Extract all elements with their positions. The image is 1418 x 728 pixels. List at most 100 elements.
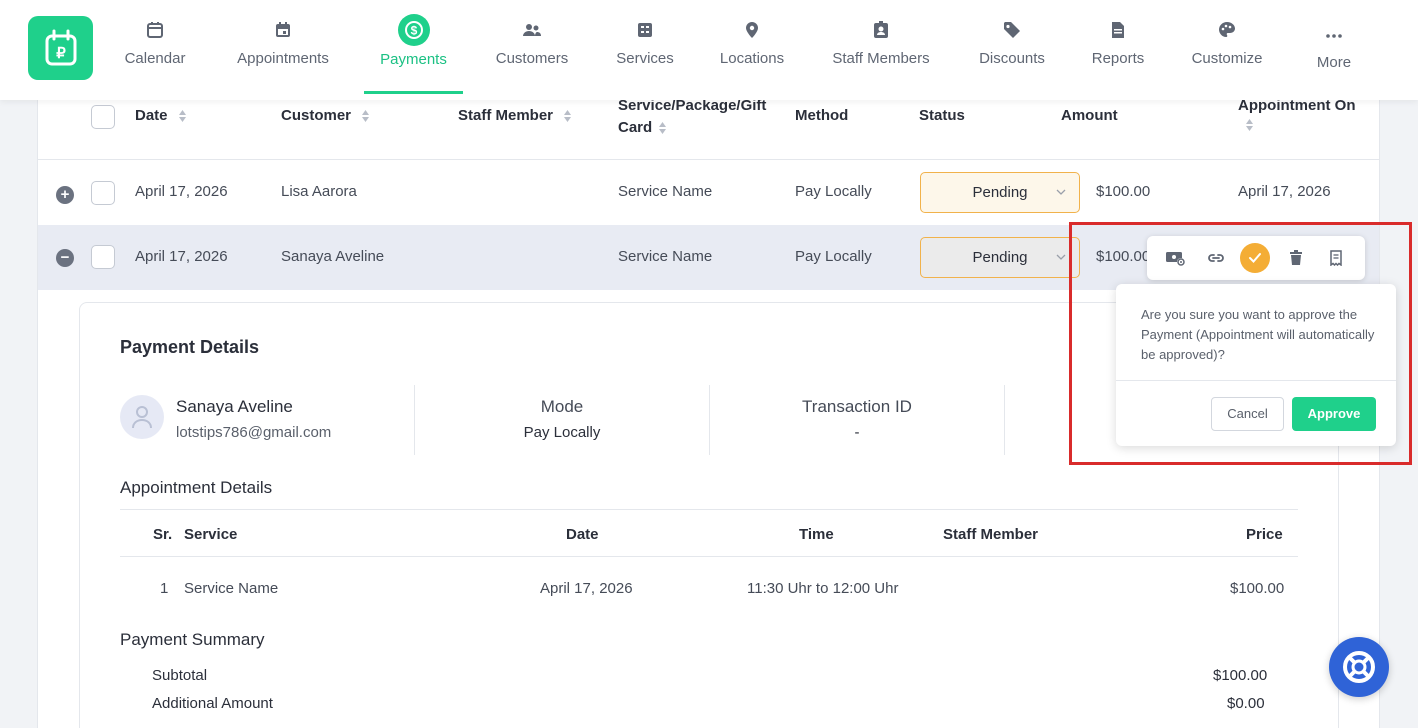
- expand-row-icon[interactable]: +: [56, 186, 74, 204]
- table-row[interactable]: + April 17, 2026 Lisa Aarora Service Nam…: [38, 160, 1379, 225]
- divider: [1116, 380, 1396, 381]
- help-button[interactable]: [1329, 637, 1389, 697]
- nav-label: Calendar: [124, 50, 186, 67]
- nav-label: Services: [616, 50, 674, 67]
- column-service-label-2: Card: [618, 119, 653, 136]
- nav-label: Staff Members: [832, 50, 930, 67]
- copy-link-button[interactable]: [1201, 243, 1231, 273]
- users-icon: [520, 18, 544, 42]
- nav-customize[interactable]: Customize: [1186, 0, 1268, 100]
- row-amount: $100.00: [1096, 248, 1151, 265]
- divider: [120, 556, 1298, 557]
- payment-summary-title: Payment Summary: [120, 630, 265, 649]
- sort-icon: [659, 122, 667, 135]
- receipt-button[interactable]: [1321, 243, 1351, 273]
- apt-row-price: $100.00: [1230, 580, 1285, 597]
- column-service[interactable]: Service/Package/Gift Card: [618, 95, 778, 139]
- apt-col-date: Date: [566, 526, 599, 543]
- nav-label: Reports: [1091, 50, 1145, 67]
- column-date[interactable]: Date: [135, 107, 187, 124]
- row-checkbox[interactable]: [91, 245, 115, 269]
- logo-icon: ₽: [45, 29, 76, 66]
- row-service: Service Name: [618, 248, 713, 265]
- column-amount: Amount: [1061, 107, 1118, 124]
- transaction-id-label: Transaction ID: [802, 397, 912, 416]
- row-customer: Lisa Aarora: [281, 183, 357, 200]
- app-logo[interactable]: ₽: [28, 16, 93, 80]
- row-method: Pay Locally: [795, 248, 872, 265]
- nav-services[interactable]: Services: [612, 0, 678, 100]
- link-icon: [1208, 254, 1224, 262]
- apt-col-sr: Sr.: [153, 526, 173, 543]
- column-status: Status: [919, 107, 965, 124]
- tag-icon: [1000, 18, 1024, 42]
- nav-calendar[interactable]: Calendar: [119, 0, 191, 100]
- column-staff-member[interactable]: Staff Member: [458, 107, 572, 124]
- nav-staff-members[interactable]: Staff Members: [827, 0, 935, 100]
- row-amount: $100.00: [1096, 183, 1151, 200]
- row-appointment-on: April 17, 2026: [1238, 183, 1331, 200]
- svg-text:₽: ₽: [56, 45, 66, 62]
- report-icon: [1106, 18, 1130, 42]
- subtotal-label: Subtotal: [152, 667, 208, 684]
- nav-more[interactable]: More: [1311, 0, 1357, 100]
- nav-discounts[interactable]: Discounts: [974, 0, 1050, 100]
- id-badge-icon: [869, 18, 893, 42]
- apt-col-service: Service: [184, 526, 238, 543]
- nav-label: Customize: [1191, 50, 1263, 67]
- divider: [120, 509, 1298, 510]
- top-navbar: ₽ Calendar Appointments $ Payments Custo…: [0, 0, 1418, 100]
- row-service: Service Name: [618, 183, 713, 200]
- apt-row-sr: 1: [160, 580, 169, 597]
- table-header: Date Customer Staff Member Service/Packa…: [38, 97, 1379, 160]
- approve-button[interactable]: Approve: [1292, 397, 1376, 431]
- apt-row-time: 11:30 Uhr to 12:00 Uhr: [747, 580, 899, 597]
- nav-label: Locations: [719, 50, 785, 67]
- status-select[interactable]: Pending: [920, 237, 1080, 278]
- chevron-down-icon: [1056, 254, 1066, 260]
- row-date: April 17, 2026: [135, 248, 228, 265]
- column-method: Method: [795, 107, 849, 124]
- divider: [1004, 385, 1005, 455]
- column-customer[interactable]: Customer: [281, 107, 370, 124]
- status-select[interactable]: Pending: [920, 172, 1080, 213]
- column-customer-label: Customer: [281, 107, 352, 124]
- apt-col-price: Price: [1246, 526, 1283, 543]
- column-staff-label: Staff Member: [458, 107, 554, 124]
- nav-label: Customers: [495, 50, 569, 67]
- trash-icon: [1290, 250, 1302, 265]
- chevron-down-icon: [1056, 189, 1066, 195]
- payment-settings-button[interactable]: [1161, 243, 1191, 273]
- divider: [709, 385, 710, 455]
- cancel-button[interactable]: Cancel: [1211, 397, 1284, 431]
- row-method: Pay Locally: [795, 183, 872, 200]
- select-all-checkbox[interactable]: [91, 105, 115, 129]
- row-date: April 17, 2026: [135, 183, 228, 200]
- nav-customers[interactable]: Customers: [490, 0, 574, 100]
- column-appointment-on[interactable]: Appointment On: [1238, 95, 1355, 139]
- dollar-icon: $: [397, 14, 430, 46]
- nav-label: Payments: [380, 51, 447, 68]
- nav-payments[interactable]: $ Payments: [364, 0, 463, 100]
- additional-amount-value: $0.00: [1227, 695, 1265, 712]
- collapse-row-icon[interactable]: −: [56, 249, 74, 267]
- nav-label: Appointments: [237, 50, 329, 67]
- nav-reports[interactable]: Reports: [1088, 0, 1148, 100]
- nav-appointments[interactable]: Appointments: [230, 0, 336, 100]
- delete-button[interactable]: [1281, 243, 1311, 273]
- nav-label: Discounts: [979, 50, 1045, 67]
- customer-name: Sanaya Aveline: [176, 397, 293, 416]
- location-pin-icon: [740, 18, 764, 42]
- lifebuoy-icon: [1343, 651, 1375, 683]
- apt-row-service: Service Name: [184, 580, 279, 597]
- apt-row-date: April 17, 2026: [540, 580, 633, 597]
- row-checkbox[interactable]: [91, 181, 115, 205]
- apt-col-time: Time: [799, 526, 834, 543]
- sort-icon: [362, 110, 370, 123]
- nav-label: More: [1316, 54, 1352, 71]
- mode-label: Mode: [540, 397, 584, 416]
- approve-payment-button[interactable]: [1240, 243, 1270, 273]
- nav-locations[interactable]: Locations: [715, 0, 789, 100]
- row-actions-toolbar: [1147, 236, 1365, 280]
- sort-icon: [178, 110, 186, 123]
